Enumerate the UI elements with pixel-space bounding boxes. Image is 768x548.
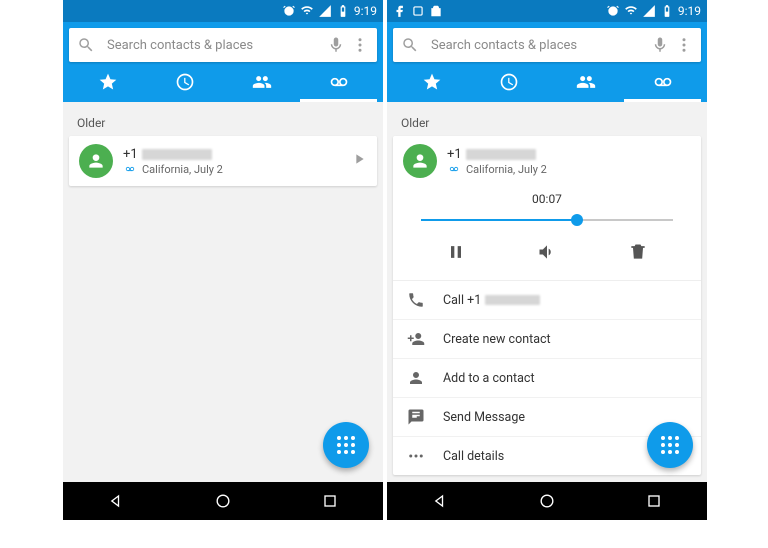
menu-add-contact[interactable]: Add to a contact [393, 358, 701, 397]
voicemail-card[interactable]: +1 California, July 2 [69, 136, 377, 186]
nav-home[interactable] [213, 491, 233, 511]
app-header: Search contacts & places [387, 22, 707, 102]
signal-icon [642, 4, 656, 18]
nav-back[interactable] [430, 491, 450, 511]
dialpad-icon [337, 436, 355, 454]
search-icon [77, 36, 95, 54]
voicemail-subtitle: California, July 2 [447, 163, 691, 176]
mic-icon[interactable] [327, 36, 345, 54]
wifi-icon [300, 4, 314, 18]
app-header: Search contacts & places [63, 22, 383, 102]
tab-voicemail[interactable] [624, 62, 701, 102]
section-label: Older [69, 108, 377, 136]
voicemail-subtitle: California, July 2 [123, 163, 341, 176]
add-person-icon [407, 330, 425, 348]
voicemail-info: +1 California, July 2 [123, 147, 341, 176]
battery-icon [336, 4, 350, 18]
overflow-icon[interactable] [351, 36, 369, 54]
search-input[interactable]: Search contacts & places [107, 38, 327, 53]
status-bar: 9:19 [387, 0, 707, 22]
menu-create-contact[interactable]: Create new contact [393, 319, 701, 358]
nav-back[interactable] [106, 491, 126, 511]
clock-text: 9:19 [354, 4, 377, 18]
play-button[interactable] [351, 151, 367, 171]
overflow-icon[interactable] [675, 36, 693, 54]
pause-button[interactable] [446, 242, 466, 266]
content-area: Older +1 California, July 2 00:07 [387, 102, 707, 482]
avatar [79, 144, 113, 178]
playback-panel: 00:07 [393, 186, 701, 280]
redacted-number [466, 149, 536, 160]
person-icon [407, 369, 425, 387]
phone-icon [407, 291, 425, 309]
search-bar[interactable]: Search contacts & places [69, 28, 377, 62]
elapsed-time: 00:07 [393, 192, 701, 206]
nav-bar [63, 482, 383, 520]
tab-favorites[interactable] [393, 62, 470, 102]
alarm-icon [606, 4, 620, 18]
tab-contacts[interactable] [547, 62, 624, 102]
battery-icon [660, 4, 674, 18]
more-horizontal-icon [407, 447, 425, 465]
redacted-number [142, 149, 212, 160]
voicemail-card-expanded: +1 California, July 2 00:07 [393, 136, 701, 475]
section-label: Older [393, 108, 701, 136]
search-bar[interactable]: Search contacts & places [393, 28, 701, 62]
voicemail-header-row[interactable]: +1 California, July 2 [393, 136, 701, 186]
nav-recent[interactable] [644, 491, 664, 511]
playback-slider[interactable] [421, 210, 673, 230]
mic-icon[interactable] [651, 36, 669, 54]
content-area: Older +1 California, July 2 [63, 102, 383, 482]
dialpad-fab[interactable] [323, 422, 369, 468]
nav-bar [387, 482, 707, 520]
phone-screen-expanded: 9:19 Search contacts & places Older +1 [387, 0, 707, 520]
avatar [403, 144, 437, 178]
nav-home[interactable] [537, 491, 557, 511]
tab-bar [393, 62, 701, 102]
message-icon [407, 408, 425, 426]
speaker-button[interactable] [537, 242, 557, 266]
tab-favorites[interactable] [69, 62, 146, 102]
notif-icon-2 [429, 4, 443, 18]
search-input[interactable]: Search contacts & places [431, 38, 651, 53]
dialpad-icon [661, 436, 679, 454]
voicemail-info: +1 California, July 2 [447, 147, 691, 176]
nav-recent[interactable] [320, 491, 340, 511]
wifi-icon [624, 4, 638, 18]
tab-recents[interactable] [470, 62, 547, 102]
caller-number: +1 [447, 147, 691, 162]
clock-text: 9:19 [678, 4, 701, 18]
tab-contacts[interactable] [223, 62, 300, 102]
menu-call[interactable]: Call +1 [393, 281, 701, 319]
notif-icon [411, 4, 425, 18]
facebook-icon [393, 4, 407, 18]
phone-screen-collapsed: 9:19 Search contacts & places Older +1 [63, 0, 383, 520]
tab-voicemail[interactable] [300, 62, 377, 102]
tab-bar [69, 62, 377, 102]
signal-icon [318, 4, 332, 18]
tab-recents[interactable] [146, 62, 223, 102]
status-bar: 9:19 [63, 0, 383, 22]
alarm-icon [282, 4, 296, 18]
dialpad-fab[interactable] [647, 422, 693, 468]
search-icon [401, 36, 419, 54]
caller-number: +1 [123, 147, 341, 162]
delete-button[interactable] [628, 242, 648, 266]
